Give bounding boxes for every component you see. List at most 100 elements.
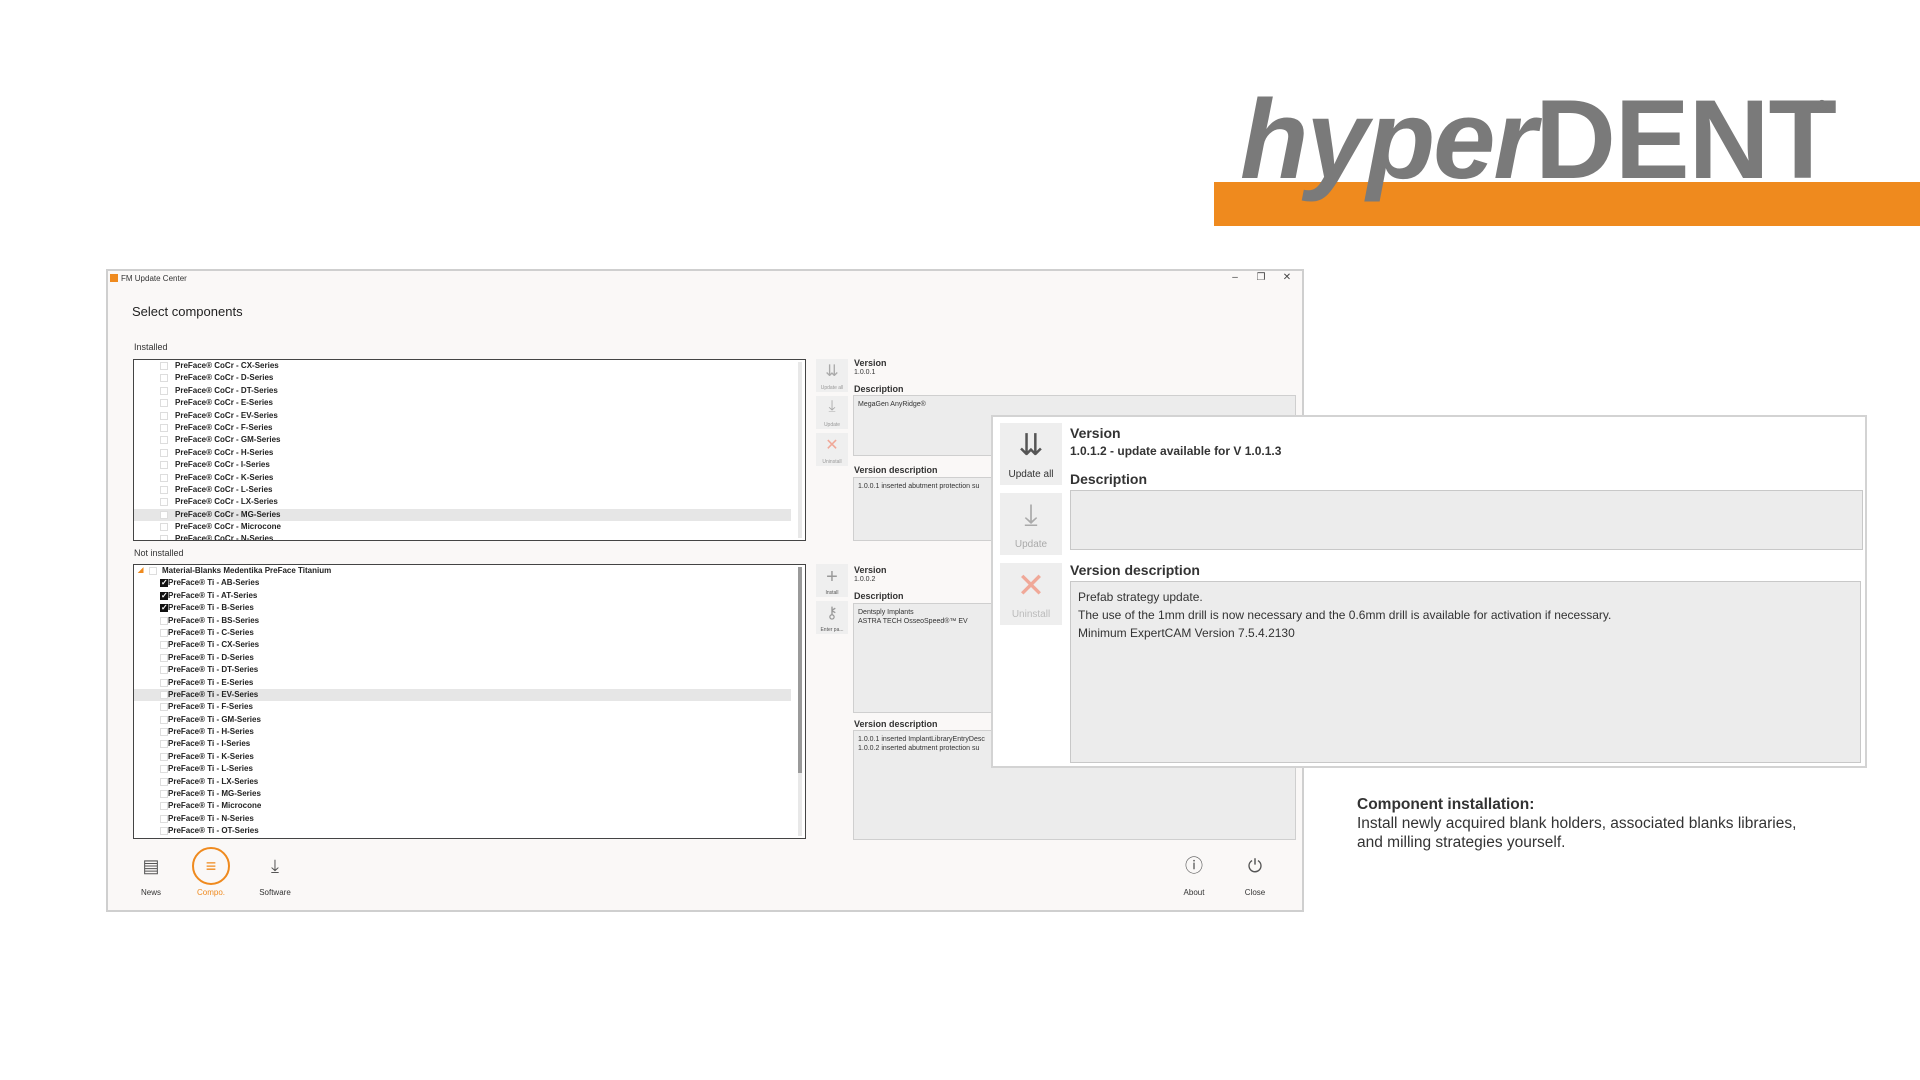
installed-item-checkbox[interactable] — [160, 510, 168, 519]
nav-software-button[interactable]: ⤓ Software — [250, 847, 300, 897]
not-installed-list-item[interactable]: PreFace® Ti - E-Series — [134, 677, 805, 689]
group-item[interactable]: ◢ Material-Blanks Medentika PreFace Tita… — [134, 565, 805, 577]
minimize-button[interactable]: – — [1228, 272, 1242, 283]
restore-button[interactable]: ❐ — [1254, 272, 1268, 283]
installed-list-item[interactable]: PreFace® CoCr - F-Series — [134, 422, 805, 434]
not-installed-list-item[interactable]: PreFace® Ti - AT-Series — [134, 590, 805, 602]
expand-arrow-icon[interactable]: ◢ — [138, 565, 143, 577]
not-installed-list-item[interactable]: PreFace® Ti - D-Series — [134, 652, 805, 664]
not-installed-version-label: Version — [854, 565, 887, 575]
not-installed-item-checkbox[interactable] — [160, 678, 168, 687]
not-installed-list-item[interactable]: PreFace® Ti - OT-Series — [134, 825, 805, 837]
not-installed-list-item[interactable]: PreFace® Ti - C-Series — [134, 627, 805, 639]
installed-item-checkbox[interactable] — [160, 535, 168, 540]
not-installed-list-item[interactable]: PreFace® Ti - Microcone — [134, 800, 805, 812]
installed-item-checkbox[interactable] — [160, 386, 168, 395]
not-installed-list-item[interactable]: PreFace® Ti - MG-Series — [134, 788, 805, 800]
installed-item-checkbox[interactable] — [160, 473, 168, 482]
not-installed-item-checkbox[interactable] — [160, 802, 168, 811]
logo-wordmark: hyperDENT — [1240, 80, 1837, 200]
installed-list-item[interactable]: PreFace® CoCr - LX-Series — [134, 496, 805, 508]
not-installed-item-checkbox[interactable] — [160, 628, 168, 637]
not-installed-item-checkbox[interactable] — [160, 653, 168, 662]
zoom-description-field[interactable] — [1070, 490, 1863, 550]
installed-list-item[interactable]: PreFace® CoCr - E-Series — [134, 397, 805, 409]
not-installed-list-item[interactable]: PreFace® Ti - EV-Series — [134, 688, 791, 702]
not-installed-list-item[interactable]: PreFace® Ti - B-Series — [134, 602, 805, 614]
not-installed-list-item[interactable]: PreFace® Ti - N-Series — [134, 813, 805, 825]
not-installed-item-checkbox[interactable] — [160, 666, 168, 675]
nav-about-button[interactable]: ⓘ About — [1169, 847, 1219, 897]
not-installed-list-item[interactable]: PreFace® Ti - F-Series — [134, 701, 805, 713]
installed-item-checkbox[interactable] — [160, 399, 168, 408]
installed-list[interactable]: PreFace® CoCr - CX-Series PreFace® CoCr -… — [133, 359, 806, 541]
not-installed-item-checkbox[interactable] — [160, 602, 168, 614]
not-installed-item-label: PreFace® Ti - D-Series — [168, 652, 254, 662]
not-installed-list-item[interactable]: PreFace® Ti - K-Series — [134, 751, 805, 763]
installed-list-item[interactable]: PreFace® CoCr - D-Series — [134, 372, 805, 384]
enter-password-button[interactable]: ⚷ Enter pa... — [816, 601, 848, 634]
installed-item-checkbox[interactable] — [160, 436, 168, 445]
installed-item-checkbox[interactable] — [160, 411, 168, 420]
installed-item-checkbox[interactable] — [160, 423, 168, 432]
update-button[interactable]: ⤓ Update — [816, 396, 848, 429]
installed-item-checkbox[interactable] — [160, 448, 168, 457]
close-window-button[interactable]: ✕ — [1280, 272, 1294, 283]
zoom-version-description-field[interactable]: Prefab strategy update. The use of the 1… — [1070, 581, 1861, 763]
installed-list-item[interactable]: PreFace® CoCr - CX-Series — [134, 360, 805, 372]
uninstall-button[interactable]: ✕ Uninstall — [816, 433, 848, 466]
nav-components-button[interactable]: ≡ Compo. — [186, 847, 236, 897]
installed-item-checkbox[interactable] — [160, 461, 168, 470]
not-installed-list-item[interactable]: PreFace® Ti - LX-Series — [134, 776, 805, 788]
installed-item-checkbox[interactable] — [160, 362, 168, 370]
installed-item-checkbox[interactable] — [160, 374, 168, 383]
installed-item-checkbox[interactable] — [160, 485, 168, 494]
installed-item-checkbox[interactable] — [160, 523, 168, 532]
not-installed-list-item[interactable]: PreFace® Ti - AB-Series — [134, 577, 805, 589]
installed-list-item[interactable]: PreFace® CoCr - I-Series — [134, 459, 805, 471]
installed-list-item[interactable]: PreFace® CoCr - H-Series — [134, 447, 805, 459]
not-installed-item-checkbox[interactable] — [160, 777, 168, 786]
installed-list-item[interactable]: PreFace® CoCr - K-Series — [134, 472, 805, 484]
not-installed-item-label: PreFace® Ti - DT-Series — [168, 665, 259, 675]
not-installed-item-checkbox[interactable] — [160, 690, 168, 699]
not-installed-item-label: PreFace® Ti - BS-Series — [168, 615, 260, 625]
not-installed-list-item[interactable]: PreFace® Ti - L-Series — [134, 763, 805, 775]
not-installed-list[interactable]: ◢ Material-Blanks Medentika PreFace Tita… — [133, 564, 806, 839]
installed-list-item[interactable]: PreFace® CoCr - DT-Series — [134, 385, 805, 397]
not-installed-item-checkbox[interactable] — [160, 814, 168, 823]
not-installed-item-checkbox[interactable] — [160, 715, 168, 724]
not-installed-item-checkbox[interactable] — [160, 827, 168, 836]
not-installed-item-checkbox[interactable] — [160, 740, 168, 749]
not-installed-item-checkbox[interactable] — [160, 641, 168, 650]
installed-item-checkbox[interactable] — [160, 498, 168, 507]
not-installed-item-checkbox[interactable] — [160, 728, 168, 737]
not-installed-item-checkbox[interactable] — [160, 703, 168, 712]
not-installed-list-item[interactable]: PreFace® Ti - DT-Series — [134, 664, 805, 676]
install-button[interactable]: + Install — [816, 564, 848, 597]
not-installed-list-item[interactable]: PreFace® Ti - CX-Series — [134, 639, 805, 651]
zoom-uninstall-button[interactable]: ✕ Uninstall — [1000, 563, 1062, 625]
not-installed-list-item[interactable]: PreFace® Ti - BS-Series — [134, 615, 805, 627]
nav-news-button[interactable]: ▤ News — [126, 847, 176, 897]
installed-list-item[interactable]: PreFace® CoCr - MG-Series — [134, 508, 791, 522]
not-installed-list-item[interactable]: PreFace® Ti - I-Series — [134, 738, 805, 750]
not-installed-list-item[interactable]: PreFace® Ti - H-Series — [134, 726, 805, 738]
not-installed-item-checkbox[interactable] — [160, 590, 168, 602]
not-installed-item-checkbox[interactable] — [160, 752, 168, 761]
installed-list-item[interactable]: PreFace® CoCr - L-Series — [134, 484, 805, 496]
installed-list-item[interactable]: PreFace® CoCr - GM-Series — [134, 434, 805, 446]
installed-list-item[interactable]: PreFace® CoCr - EV-Series — [134, 410, 805, 422]
installed-list-item[interactable]: PreFace® CoCr - N-Series — [134, 533, 805, 540]
not-installed-item-checkbox[interactable] — [160, 765, 168, 774]
not-installed-item-checkbox[interactable] — [160, 577, 168, 589]
not-installed-item-checkbox[interactable] — [160, 790, 168, 799]
zoom-update-button[interactable]: ⤓ Update — [1000, 493, 1062, 555]
zoom-update-all-button[interactable]: ⇊ Update all — [1000, 423, 1062, 485]
not-installed-list-item[interactable]: PreFace® Ti - GM-Series — [134, 714, 805, 726]
not-installed-item-checkbox[interactable] — [160, 616, 168, 625]
installed-list-item[interactable]: PreFace® CoCr - Microcone — [134, 521, 805, 533]
update-all-button[interactable]: ⇊ Update all — [816, 359, 848, 392]
nav-close-button[interactable]: ⏻ Close — [1230, 847, 1280, 897]
group-checkbox[interactable] — [149, 567, 157, 575]
